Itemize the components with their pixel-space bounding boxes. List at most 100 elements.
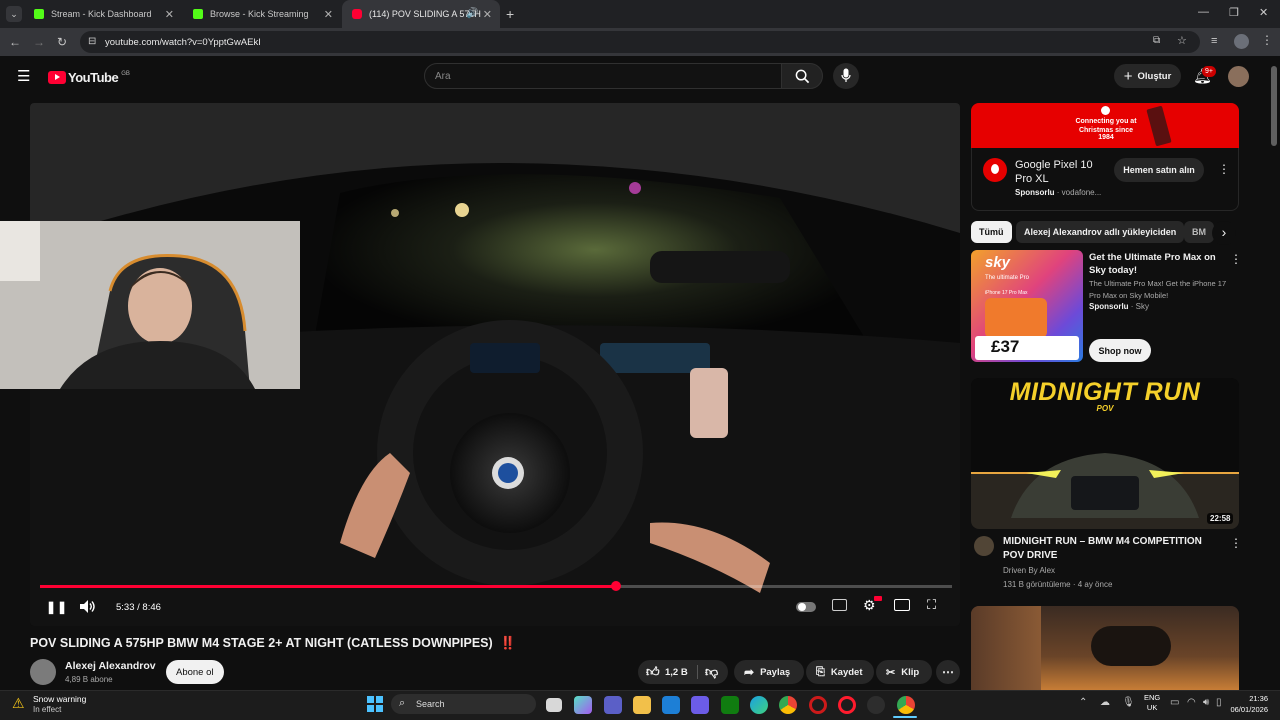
battery-icon[interactable]: ▯ <box>1216 697 1222 708</box>
close-tab-icon[interactable]: ✕ <box>324 8 333 21</box>
taskbar-clock[interactable]: 21:36 06/01/2026 <box>1228 693 1268 715</box>
share-label: Paylaş <box>760 666 791 678</box>
store-icon[interactable] <box>662 696 680 714</box>
minimize-icon[interactable]: — <box>1198 6 1209 18</box>
language-code: ENG <box>1144 693 1161 702</box>
midnight-run-thumbnail[interactable]: MIDNIGHT RUN POV 22:58 <box>971 378 1239 529</box>
times-square-thumbnail[interactable] <box>971 606 1239 690</box>
close-tab-icon[interactable]: ✕ <box>483 8 492 21</box>
chrome-active-icon[interactable] <box>897 696 915 714</box>
display-icon[interactable]: ▭ <box>1170 697 1179 708</box>
profile-avatar[interactable] <box>1234 34 1249 49</box>
buy-now-button[interactable]: Hemen satın alın <box>1114 158 1204 182</box>
tab-search-icon[interactable]: ⌄ <box>6 6 22 22</box>
rec-channel-name[interactable]: Driven By Alex <box>1003 566 1055 575</box>
language-indicator[interactable]: ENG UK <box>1144 693 1160 713</box>
channel-name[interactable]: Alexej Alexandrov <box>65 660 156 672</box>
opera-gx-icon[interactable] <box>838 696 856 714</box>
reading-list-icon[interactable]: ≡ <box>1211 35 1217 47</box>
progress-track[interactable] <box>40 581 952 591</box>
save-button[interactable]: ⎘ Kaydet <box>806 660 874 684</box>
fullscreen-icon[interactable]: ⛶ <box>927 597 936 613</box>
wifi-icon[interactable]: ◠ <box>1187 697 1196 708</box>
tab-youtube-video[interactable]: (114) POV SLIDING A 575H 🔊 ✕ <box>342 0 500 28</box>
subscribe-button[interactable]: Abone ol <box>166 660 224 684</box>
file-explorer-icon[interactable] <box>633 696 651 714</box>
theater-mode-icon[interactable] <box>894 599 910 611</box>
url-field[interactable]: ⊟ youtube.com/watch?v=0YpptGwAEkI ⧉ ☆ <box>80 31 1200 53</box>
copilot-icon[interactable] <box>574 696 592 714</box>
opera-icon[interactable] <box>809 696 827 714</box>
banner-line-2: Christmas since 1984 <box>1078 127 1134 141</box>
like-icon[interactable]: 👍︎ <box>646 664 660 680</box>
tab-kick-dashboard[interactable]: Stream - Kick Dashboard ✕ <box>24 0 182 28</box>
rec-video-meta: 131 B görüntüleme · 4 ay önce <box>1003 580 1113 589</box>
vodafone-banner-ad[interactable]: Connecting you at Christmas since 1984 <box>971 103 1239 148</box>
scrollbar-thumb[interactable] <box>1271 66 1277 146</box>
close-window-icon[interactable]: ✕ <box>1259 6 1268 19</box>
taskbar-search-box[interactable]: ⌕ Search <box>391 694 536 714</box>
create-button[interactable]: + Oluştur <box>1114 64 1181 88</box>
save-bookmark-icon: ⎘ <box>816 665 825 678</box>
back-icon[interactable]: ← <box>9 36 21 48</box>
rec-video-title[interactable]: MIDNIGHT RUN – BMW M4 COMPETITION POV DR… <box>1003 535 1215 563</box>
new-tab-icon[interactable]: + <box>506 6 514 22</box>
rec-channel-avatar[interactable] <box>974 536 994 556</box>
account-avatar[interactable] <box>1228 66 1249 87</box>
app-icon[interactable] <box>691 696 709 714</box>
audio-playing-icon[interactable]: 🔊 <box>466 8 478 19</box>
weather-warning-icon[interactable]: ⚠ <box>12 695 25 712</box>
clip-button[interactable]: ✂ Klip <box>876 660 932 684</box>
rec-menu-icon[interactable]: ⋮ <box>1230 536 1242 550</box>
more-actions-button[interactable]: ⋯ <box>936 660 960 684</box>
chip-from-uploader[interactable]: Alexej Alexandrov adlı yükleyiciden <box>1016 221 1185 243</box>
install-app-icon[interactable]: ⧉ <box>1153 35 1160 46</box>
browser-menu-icon[interactable]: ⋮ <box>1261 33 1273 47</box>
subtitles-icon[interactable] <box>832 599 847 611</box>
bookmark-star-icon[interactable]: ☆ <box>1177 34 1187 47</box>
task-view-icon[interactable] <box>546 698 562 712</box>
site-info-icon[interactable]: ⊟ <box>88 36 96 47</box>
tray-chevron-icon[interactable]: ⌃ <box>1079 697 1087 708</box>
pause-button[interactable]: ❚❚ <box>46 600 68 614</box>
shop-now-button[interactable]: Shop now <box>1089 339 1151 362</box>
voice-search-button[interactable] <box>833 63 859 89</box>
sky-ad-thumbnail[interactable]: sky The ultimate Pro iPhone 17 Pro Max £… <box>971 250 1083 362</box>
speaker-icon[interactable]: 🔊︎ <box>1203 697 1209 708</box>
close-tab-icon[interactable]: ✕ <box>165 8 174 21</box>
volume-icon[interactable] <box>79 599 96 614</box>
reload-icon[interactable]: ↻ <box>57 36 67 48</box>
ad-menu-icon[interactable]: ⋮ <box>1218 162 1230 176</box>
mic-tray-icon[interactable]: 🎙︎ <box>1122 697 1135 708</box>
share-button[interactable]: ➦ Paylaş <box>734 660 804 684</box>
search-button[interactable] <box>781 63 823 89</box>
maximize-icon[interactable]: ❐ <box>1229 6 1239 19</box>
sponsor-label: Sponsorlu <box>1015 188 1055 197</box>
weather-subtitle: In effect <box>33 705 62 714</box>
chips-next-arrow-icon[interactable]: › <box>1212 221 1236 245</box>
weather-title[interactable]: Snow warning <box>33 694 86 704</box>
youtube-logo[interactable]: YouTube GB <box>48 70 130 85</box>
search-input[interactable]: Ara <box>424 63 782 89</box>
ad-card-pixel[interactable]: Google Pixel 10 Pro XL Sponsorlu · vodaf… <box>971 148 1239 211</box>
tab-kick-browse[interactable]: Browse - Kick Streaming ✕ <box>183 0 341 28</box>
hamburger-menu-icon[interactable]: ☰ <box>17 69 30 84</box>
forward-icon[interactable]: → <box>33 36 45 48</box>
windows-start-icon[interactable] <box>367 696 383 712</box>
like-count[interactable]: 1,2 B <box>665 667 688 678</box>
sky-ad-title[interactable]: Get the Ultimate Pro Max on Sky today! <box>1089 251 1227 277</box>
channel-avatar[interactable] <box>30 659 56 685</box>
dislike-icon[interactable]: 👎︎ <box>705 664 718 680</box>
autoplay-toggle[interactable] <box>796 602 816 612</box>
chip-bmw[interactable]: BM <box>1184 221 1214 243</box>
edge-icon[interactable] <box>750 696 768 714</box>
cloud-icon[interactable]: ☁ <box>1100 697 1110 708</box>
steam-icon[interactable] <box>867 696 885 714</box>
sky-ad-menu-icon[interactable]: ⋮ <box>1230 252 1242 266</box>
page-scrollbar[interactable] <box>1268 56 1280 690</box>
teams-icon[interactable] <box>604 696 622 714</box>
sky-thumb-headline: The ultimate Pro <box>985 275 1030 281</box>
xbox-icon[interactable] <box>721 696 739 714</box>
chip-all[interactable]: Tümü <box>971 221 1012 243</box>
chrome-icon[interactable] <box>779 696 797 714</box>
